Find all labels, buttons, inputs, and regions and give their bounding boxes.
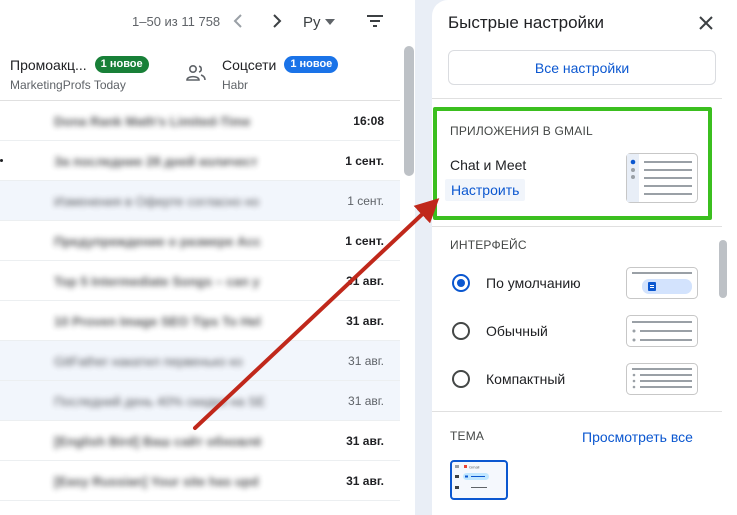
next-page-button[interactable]: [264, 8, 290, 34]
message-row[interactable]: Dona Rank Math's Limited-Time 16:08: [0, 101, 400, 141]
density-option-label: По умолчанию: [486, 275, 581, 291]
filter-icon: [367, 15, 383, 27]
radio-button[interactable]: [452, 322, 470, 340]
quick-settings-scrollbar[interactable]: [719, 240, 727, 298]
message-subject: Предупреждение о размере Acc: [54, 234, 261, 249]
message-subject: [English Bird] Ваш сайт обновлё: [54, 434, 262, 449]
tab-social-label: Соцсети: [222, 56, 277, 73]
divider: [432, 411, 722, 412]
divider: [432, 98, 722, 99]
caret-down-icon: [324, 19, 335, 25]
tab-social-title-row: Соцсети 1 новое: [222, 56, 339, 73]
tab-social-sender: Habr: [222, 78, 249, 92]
close-icon: [699, 16, 713, 30]
message-subject: Top 5 Intermediate Songs – can y: [54, 274, 260, 289]
quick-settings-title: Быстрые настройки: [448, 13, 604, 32]
theme-section-label: ТЕМА: [450, 429, 485, 443]
prev-page-button[interactable]: [226, 8, 252, 34]
message-subject: Изменения в Оферте согласно но: [54, 194, 260, 209]
message-date: 31 авг.: [346, 314, 384, 328]
density-option-default[interactable]: По умолчанию: [450, 266, 720, 302]
message-row[interactable]: [Easy Russian] Your site has upd 31 авг.: [0, 461, 400, 501]
density-section-label: ИНТЕРФЕЙС: [450, 238, 527, 252]
input-language-button[interactable]: Ру: [303, 9, 335, 35]
message-date: 31 авг.: [346, 474, 384, 488]
message-date: 16:08: [353, 114, 384, 128]
pagination-range: 1–50 из 11 758: [132, 14, 221, 29]
theme-thumb-label: Gmail: [469, 464, 480, 469]
density-option-label: Обычный: [486, 323, 548, 339]
message-row[interactable]: [English Bird] Ваш сайт обновлё 31 авг.: [0, 421, 400, 461]
message-subject: За последние 28 дней количест: [54, 154, 258, 169]
filter-button[interactable]: [364, 10, 386, 32]
message-row[interactable]: Top 5 Intermediate Songs – can y 31 авг.: [0, 261, 400, 301]
message-subject: GitFather накатил первенько ко: [54, 354, 243, 369]
message-subject: [Easy Russian] Your site has upd: [54, 474, 259, 489]
message-row[interactable]: Предупреждение о размере Acc 1 сент.: [0, 221, 400, 261]
message-subject: 10 Proven Image SEO Tips To Hel: [54, 314, 261, 329]
message-date: 31 авг.: [346, 434, 384, 448]
input-language-label: Ру: [303, 13, 321, 31]
chevron-right-icon: [273, 14, 282, 28]
configure-link[interactable]: Настроить: [445, 179, 526, 201]
density-option-label: Компактный: [486, 371, 566, 387]
people-icon: [186, 64, 206, 81]
tab-promotions-sender: MarketingProfs Today: [10, 78, 126, 92]
tab-social[interactable]: Соцсети 1 новое Habr: [222, 56, 339, 100]
message-row[interactable]: Изменения в Оферте согласно но 1 сент.: [0, 181, 400, 221]
apps-section-label: ПРИЛОЖЕНИЯ В GMAIL: [450, 124, 593, 138]
tab-promotions-badge: 1 новое: [94, 56, 149, 73]
message-subject: Последний день 40% скидки на SE: [54, 394, 266, 409]
message-date: 31 авг.: [348, 394, 384, 408]
tab-promotions[interactable]: Промоакц... 1 новое MarketingProfs Today: [10, 56, 149, 100]
message-date: 31 авг.: [346, 274, 384, 288]
edge-dot: [0, 159, 3, 162]
message-row[interactable]: За последние 28 дней количест 1 сент.: [0, 141, 400, 181]
message-date: 1 сент.: [347, 194, 384, 208]
radio-button[interactable]: [452, 274, 470, 292]
chevron-left-icon: [233, 14, 242, 28]
all-settings-button[interactable]: Все настройки: [448, 50, 716, 85]
density-option-compact[interactable]: Компактный: [450, 362, 720, 398]
message-subject: Dona Rank Math's Limited-Time: [54, 114, 251, 129]
inbox-panel: 1–50 из 11 758 Ру Промоакц... 1 новое Ma…: [0, 0, 415, 515]
tab-promotions-title-row: Промоакц... 1 новое: [10, 56, 149, 73]
quick-settings-panel: Быстрые настройки Все настройки ПРИЛОЖЕН…: [432, 0, 737, 515]
chat-meet-label: Chat и Meet: [450, 157, 527, 173]
density-option-comfortable[interactable]: Обычный: [450, 314, 720, 350]
theme-view-all-link[interactable]: Просмотреть все: [582, 429, 693, 445]
tab-social-badge: 1 новое: [284, 56, 339, 73]
close-button[interactable]: [695, 12, 717, 34]
message-list: Dona Rank Math's Limited-Time 16:08 За п…: [0, 101, 400, 501]
divider: [432, 226, 722, 227]
tab-promotions-label: Промоакц...: [10, 56, 87, 73]
density-compact-thumbnail: [626, 363, 698, 395]
density-default-thumbnail: [626, 267, 698, 299]
message-date: 1 сент.: [345, 234, 384, 248]
chat-meet-preview-thumbnail: [626, 153, 698, 203]
message-row[interactable]: Последний день 40% скидки на SE 31 авг.: [0, 381, 400, 421]
message-date: 1 сент.: [345, 154, 384, 168]
density-comfortable-thumbnail: [626, 315, 698, 347]
radio-button[interactable]: [452, 370, 470, 388]
inbox-toolbar: 1–50 из 11 758 Ру: [0, 0, 415, 44]
theme-default-thumbnail[interactable]: Gmail: [450, 460, 508, 500]
message-row[interactable]: GitFather накатил первенько ко 31 авг.: [0, 341, 400, 381]
inbox-scrollbar[interactable]: [404, 46, 414, 176]
message-row[interactable]: 10 Proven Image SEO Tips To Hel 31 авг.: [0, 301, 400, 341]
message-date: 31 авг.: [348, 354, 384, 368]
